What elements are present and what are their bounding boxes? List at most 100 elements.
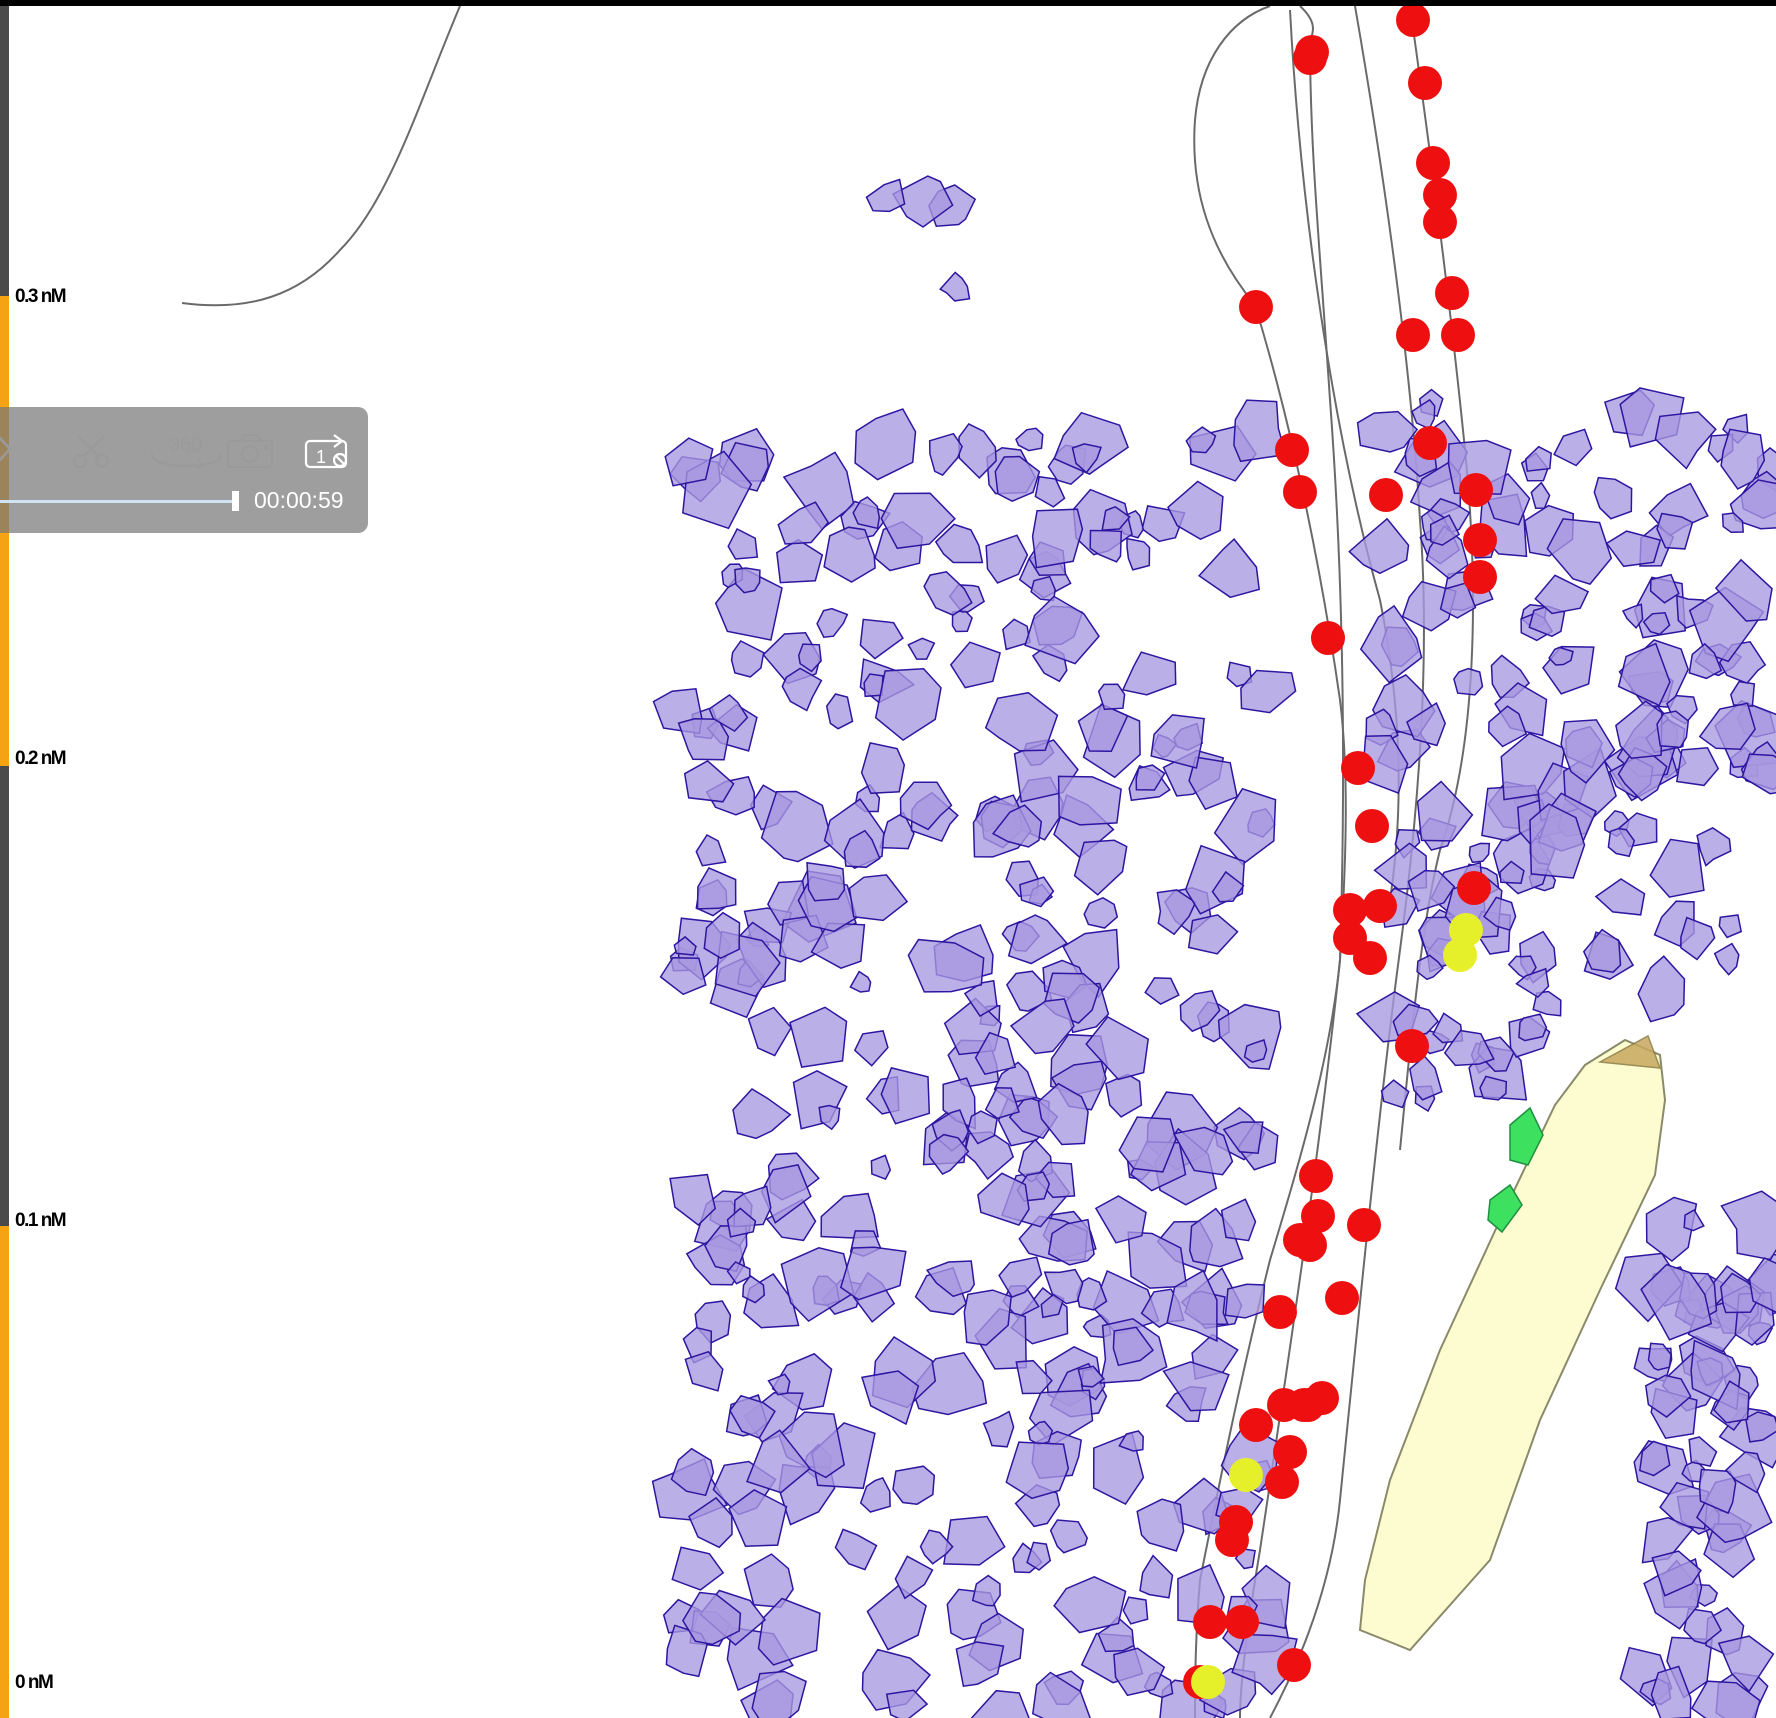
cell-polygon: [1030, 575, 1056, 602]
cell-polygon: [849, 970, 872, 993]
cell-polygon: [1647, 1342, 1672, 1371]
cell-polygon: [848, 874, 909, 922]
red-agent-dot: [1277, 1648, 1311, 1682]
red-agent-dot: [1299, 1159, 1333, 1193]
cell-polygon: [1408, 1055, 1443, 1101]
red-agent-dot: [1263, 1295, 1297, 1329]
cell-polygon: [1015, 427, 1044, 452]
yellow-agent-dot: [1191, 1665, 1225, 1699]
cell-polygon: [870, 1154, 892, 1181]
cell-polygon: [1224, 1283, 1266, 1319]
cell-polygon: [880, 1067, 931, 1125]
cell-polygon: [1126, 537, 1151, 571]
yellow-agent-dot: [1443, 938, 1477, 972]
cell-polygon: [865, 178, 906, 213]
cell-polygon: [767, 1373, 791, 1396]
red-agent-dot: [1363, 889, 1397, 923]
cell-polygon: [671, 1546, 725, 1591]
cell-polygon: [907, 637, 936, 660]
cell-polygon: [1380, 1079, 1410, 1109]
cell-polygon: [970, 1689, 1030, 1718]
red-agent-dot: [1416, 146, 1450, 180]
play-icon[interactable]: [0, 435, 12, 468]
red-agent-dot: [1225, 1605, 1259, 1639]
red-agent-dot: [1239, 290, 1273, 324]
scissors-icon[interactable]: [70, 433, 112, 474]
red-agent-dot: [1435, 276, 1469, 310]
cell-polygon: [1688, 1436, 1718, 1467]
red-agent-dot: [1283, 1223, 1317, 1257]
red-agent-dot: [1325, 1281, 1359, 1315]
time-display: 00:00:59: [254, 487, 344, 513]
yellow-agent-dot: [1229, 1458, 1263, 1492]
cell-polygon: [825, 693, 854, 730]
cell-polygon: [1649, 838, 1705, 898]
cell-polygon: [1729, 680, 1756, 707]
cell-polygon: [1136, 1498, 1185, 1552]
cell-polygon: [677, 718, 730, 761]
scale-label-02: 0.2 nM: [15, 748, 67, 769]
cell-polygon: [955, 1641, 1005, 1688]
red-agent-dot: [1463, 523, 1497, 557]
cell-polygon: [1530, 481, 1551, 509]
red-agent-dot: [1353, 941, 1387, 975]
cell-polygon: [994, 455, 1041, 503]
playback-speed-icon[interactable]: 1: [304, 433, 352, 474]
cell-polygon: [854, 408, 917, 481]
red-agent-dot: [1423, 205, 1457, 239]
cell-polygon: [834, 1528, 878, 1571]
cell-polygon: [1049, 1519, 1089, 1554]
cell-polygon: [751, 1670, 807, 1718]
cell-polygon: [818, 1104, 841, 1131]
cell-polygon: [1150, 714, 1205, 769]
360-label: 360: [169, 434, 202, 456]
cell-polygon: [659, 956, 707, 996]
concentration-scale-bar: [0, 6, 9, 1718]
cell-polygon: [1656, 710, 1690, 749]
red-agent-dot: [1395, 1029, 1429, 1063]
cell-polygon: [1713, 942, 1740, 976]
red-agent-dot: [1293, 41, 1327, 75]
scale-label-0: 0 nM: [15, 1672, 54, 1693]
cell-polygon: [789, 1006, 848, 1068]
red-agent-dot: [1441, 318, 1475, 352]
cell-polygon: [1031, 508, 1084, 569]
cell-polygon: [866, 1584, 927, 1651]
cell-polygon: [971, 1574, 1001, 1607]
cell-polygon: [1718, 914, 1743, 939]
cell-polygon: [1083, 896, 1119, 929]
cell-polygon: [703, 911, 741, 960]
cell-polygon: [1187, 914, 1239, 955]
cell-polygon: [1524, 445, 1552, 472]
cell-polygon: [1675, 747, 1720, 787]
speed-label: 1: [316, 447, 326, 467]
cell-polygon: [683, 759, 735, 803]
cell-polygon: [1089, 529, 1123, 563]
scale-segment: [0, 1226, 9, 1718]
cell-cluster: [651, 175, 1776, 1718]
cell-polygon: [1621, 603, 1644, 630]
red-agent-dot: [1369, 478, 1403, 512]
cell-polygon: [859, 1476, 891, 1513]
scale-segment: [0, 766, 9, 1226]
scale-label-03: 0.3 nM: [15, 286, 67, 307]
cell-polygon: [684, 1350, 724, 1392]
red-agent-dot: [1408, 66, 1442, 100]
camera-icon[interactable]: [225, 433, 275, 474]
cell-polygon: [1416, 780, 1474, 842]
scale-segment: [0, 6, 9, 296]
red-agent-dot: [1457, 871, 1491, 905]
cell-polygon: [757, 1597, 821, 1666]
cell-polygon: [1144, 977, 1180, 1005]
cell-polygon: [860, 742, 906, 795]
cell-polygon: [928, 432, 963, 477]
cell-polygon: [1615, 700, 1663, 759]
red-agent-dot: [1396, 318, 1430, 352]
red-agent-dot: [1283, 475, 1317, 509]
progress-thumb[interactable]: [232, 491, 239, 511]
progress-track[interactable]: [0, 500, 234, 503]
360-view-icon[interactable]: 360: [146, 433, 226, 476]
cell-polygon: [1654, 411, 1717, 470]
cell-polygon: [1411, 398, 1436, 430]
red-agent-dot: [1311, 621, 1345, 655]
